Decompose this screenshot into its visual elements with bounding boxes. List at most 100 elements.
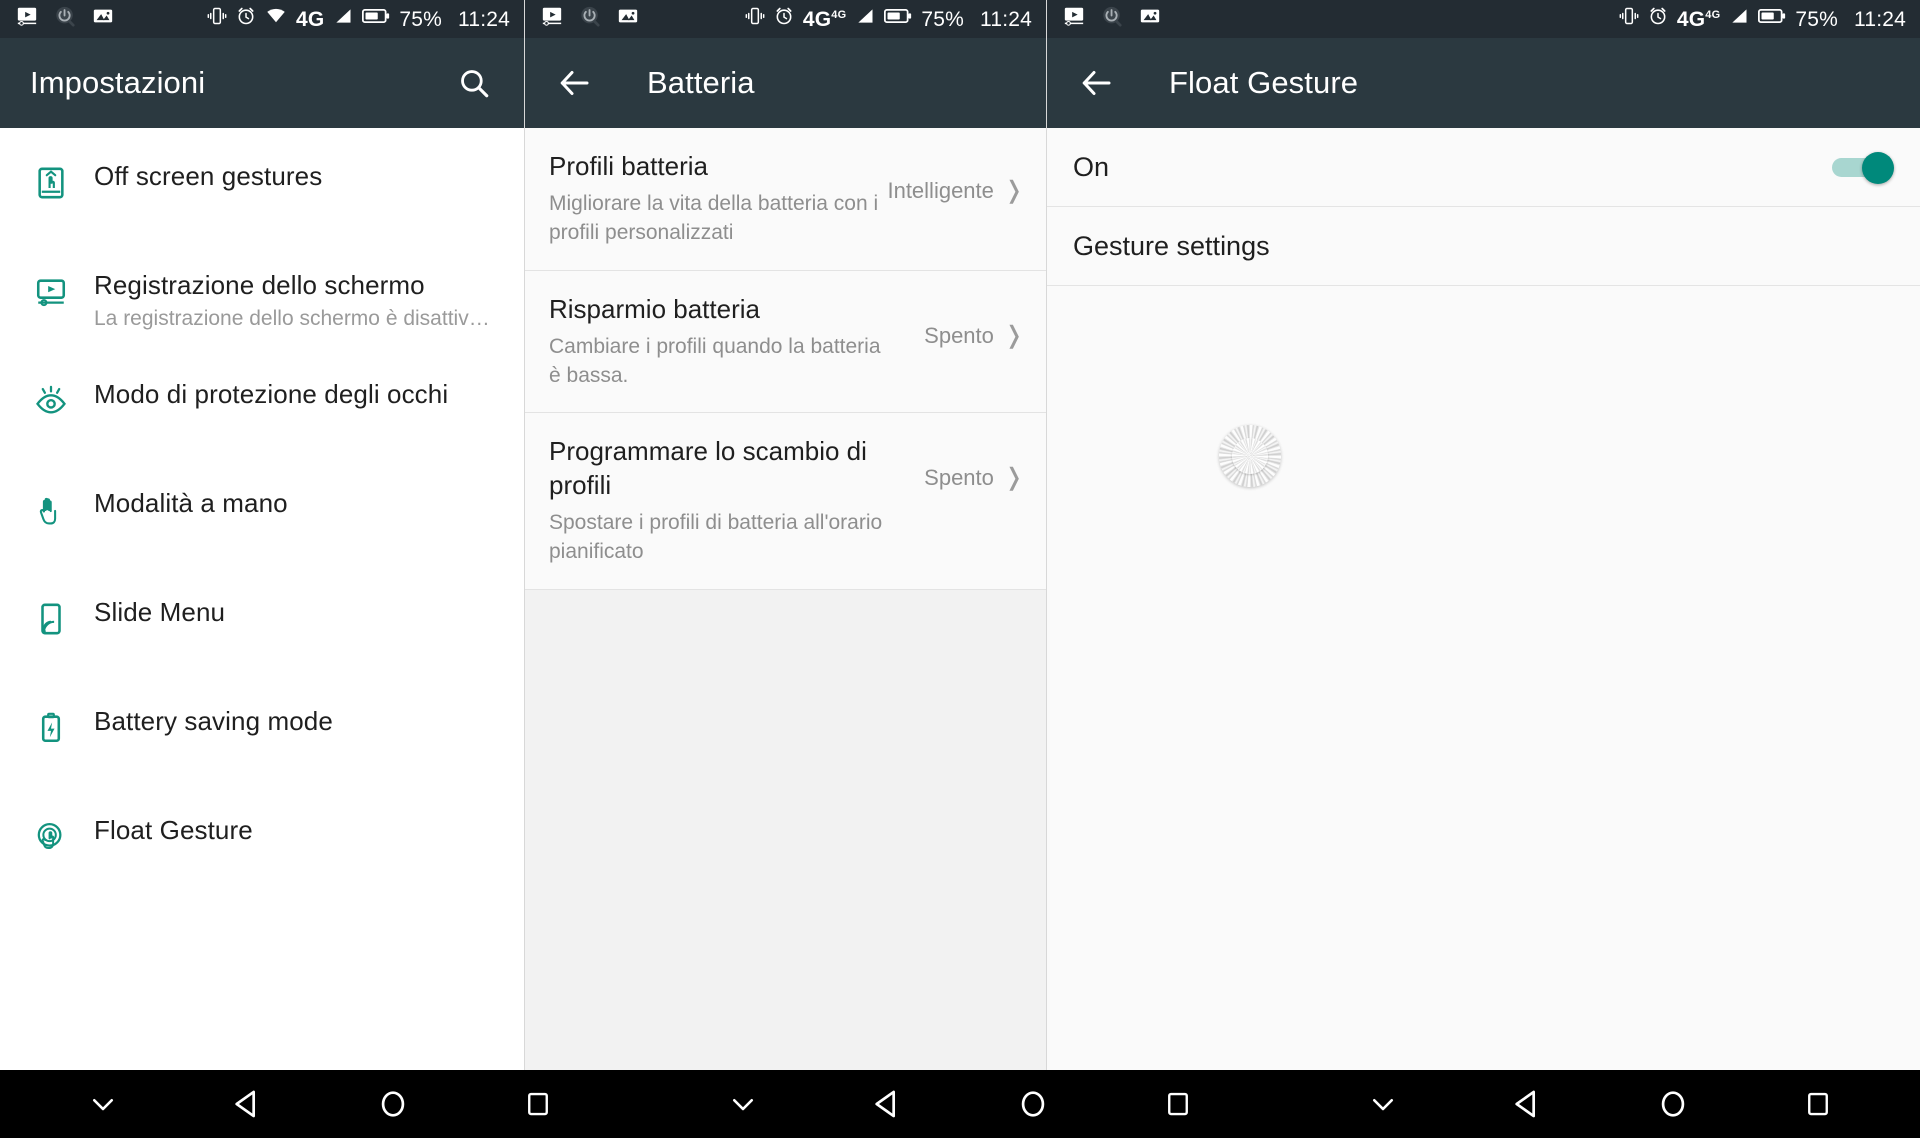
sidebar-item-off-screen-gestures[interactable]: Off screen gestures <box>0 138 524 247</box>
battery-row-value-group[interactable]: Intelligente ❭ <box>885 178 1046 204</box>
battery-row-value-group[interactable]: Spento ❭ <box>906 465 1046 491</box>
sidebar-item-text: Battery saving mode <box>78 683 333 738</box>
sidebar-item-float-gesture[interactable]: Float Gesture <box>0 792 524 901</box>
battery-row-risparmio[interactable]: Risparmio batteria Cambiare i profili qu… <box>525 270 1046 414</box>
alarm-icon <box>236 6 256 32</box>
battery-row-title: Risparmio batteria <box>549 293 760 324</box>
recents-icon[interactable] <box>1783 1070 1853 1138</box>
network-superscript-label: 4G <box>831 8 847 21</box>
home-icon[interactable] <box>358 1070 428 1138</box>
alarm-icon <box>774 6 794 32</box>
hide-keyboard-icon[interactable] <box>1348 1070 1418 1138</box>
hide-keyboard-icon[interactable] <box>708 1070 778 1138</box>
sidebar-item-label: Modo di protezione degli occhi <box>94 379 449 409</box>
battery-row-programmare[interactable]: Programmare lo scambio di profili Sposta… <box>525 413 1046 590</box>
battery-row-value-group[interactable]: Spento ❭ <box>906 323 1046 349</box>
sidebar-item-label: Off screen gestures <box>94 161 323 191</box>
vibrate-icon <box>207 6 227 32</box>
signal-icon <box>1729 6 1749 32</box>
arrow-back-icon[interactable] <box>547 55 603 111</box>
sidebar-item-eye-protection[interactable]: Modo di protezione degli occhi <box>0 356 524 465</box>
sidebar-item-sublabel: La registrazione dello schermo è disatti… <box>94 306 494 330</box>
battery-row-profili[interactable]: Profili batteria Migliorare la vita dell… <box>525 128 1046 271</box>
float-gesture-switch[interactable] <box>1832 152 1894 184</box>
sidebar-item-text: Off screen gestures <box>78 138 322 193</box>
battery-row-description: Spostare i profili di batteria all'orari… <box>549 511 883 564</box>
status-bar-right-icons: 4G4G 75% 11:24 <box>745 6 1032 32</box>
screen-record-icon <box>24 247 78 309</box>
eye-protection-icon <box>24 356 78 418</box>
battery-row-value: Spento <box>924 322 994 348</box>
screen-record-icon <box>1063 5 1085 33</box>
settings-list: Off screen gestures Registrazione dello … <box>0 128 524 1070</box>
navigation-bar <box>0 1070 1920 1138</box>
battery-row-value: Spento <box>924 465 994 491</box>
clock-label: 11:24 <box>980 7 1032 31</box>
sidebar-item-label: Modalità a mano <box>94 488 288 518</box>
clock-label: 11:24 <box>1854 7 1906 31</box>
battery-percent-label: 75% <box>1795 7 1838 31</box>
battery-saving-icon <box>24 683 78 745</box>
status-bar-right-icons: 4G4G 75% 11:24 <box>1619 6 1906 32</box>
stitched-screenshots: 4G 75% 11:24 Impostazioni Off screen ges… <box>0 0 1920 1138</box>
navigation-bar-segment <box>1280 1070 1920 1138</box>
network-type-label: 4G4G <box>1676 7 1721 31</box>
recents-icon[interactable] <box>1143 1070 1213 1138</box>
gallery-icon <box>1139 5 1161 33</box>
status-bar-panel3: 4G4G 75% 11:24 <box>1047 0 1920 38</box>
chevron-right-icon: ❭ <box>1003 177 1024 204</box>
power-saver-icon <box>1101 5 1123 33</box>
battery-row-text: Risparmio batteria Cambiare i profili qu… <box>525 271 906 413</box>
status-bar-panel1: 4G 75% 11:24 <box>0 0 524 38</box>
sidebar-item-text: Float Gesture <box>78 792 253 847</box>
hand-mode-icon <box>24 465 78 527</box>
battery-percent-label: 75% <box>399 7 442 31</box>
hide-keyboard-icon[interactable] <box>68 1070 138 1138</box>
sidebar-item-slide-menu[interactable]: Slide Menu <box>0 574 524 683</box>
floating-gesture-ball[interactable] <box>1219 425 1281 487</box>
sidebar-item-text: Slide Menu <box>78 574 225 629</box>
status-bar-left-icons <box>1063 5 1161 33</box>
wifi-icon <box>265 6 287 32</box>
panel-settings: 4G 75% 11:24 Impostazioni Off screen ges… <box>0 0 524 1138</box>
back-icon[interactable] <box>1493 1070 1563 1138</box>
battery-row-value: Intelligente <box>887 178 994 203</box>
sidebar-item-text: Modalità a mano <box>78 465 288 520</box>
battery-row-text: Programmare lo scambio di profili Sposta… <box>525 413 906 589</box>
gallery-icon <box>92 5 114 33</box>
sidebar-item-hand-mode[interactable]: Modalità a mano <box>0 465 524 574</box>
status-bar-panel2: 4G4G 75% 11:24 <box>525 0 1046 38</box>
battery-icon <box>362 7 390 31</box>
network-type-label: 4G4G <box>802 7 847 31</box>
chevron-right-icon: ❭ <box>1003 321 1024 349</box>
status-bar-left-icons <box>16 5 114 33</box>
sidebar-item-label: Float Gesture <box>94 815 253 845</box>
home-icon[interactable] <box>998 1070 1068 1138</box>
sidebar-item-label: Battery saving mode <box>94 706 333 736</box>
off-screen-gesture-icon <box>24 138 78 200</box>
recents-icon[interactable] <box>503 1070 573 1138</box>
panel-battery: 4G4G 75% 11:24 Batteria Profili batteria <box>524 0 1046 1138</box>
home-icon[interactable] <box>1638 1070 1708 1138</box>
battery-row-description: Migliorare la vita della batteria con i … <box>549 191 879 244</box>
page-title-settings: Impostazioni <box>30 65 206 100</box>
navigation-bar-segment <box>640 1070 1280 1138</box>
clock-label: 11:24 <box>458 7 510 31</box>
sidebar-item-screen-recording[interactable]: Registrazione dello schermo La registraz… <box>0 247 524 356</box>
arrow-back-icon[interactable] <box>1069 55 1125 111</box>
signal-icon <box>855 6 875 32</box>
search-icon[interactable] <box>446 55 502 111</box>
back-icon[interactable] <box>213 1070 283 1138</box>
sidebar-item-battery-saving-mode[interactable]: Battery saving mode <box>0 683 524 792</box>
vibrate-icon <box>1619 6 1639 32</box>
float-gesture-toggle-row[interactable]: On <box>1047 128 1920 207</box>
page-title-battery: Batteria <box>647 65 755 100</box>
back-icon[interactable] <box>853 1070 923 1138</box>
float-gesture-icon <box>24 792 78 854</box>
battery-settings-list: Profili batteria Migliorare la vita dell… <box>525 128 1046 1138</box>
float-gesture-body: On Gesture settings <box>1047 128 1920 1070</box>
battery-icon <box>1758 7 1786 31</box>
power-saver-icon <box>54 5 76 33</box>
battery-percent-label: 75% <box>921 7 964 31</box>
gesture-settings-row[interactable]: Gesture settings <box>1047 207 1920 286</box>
